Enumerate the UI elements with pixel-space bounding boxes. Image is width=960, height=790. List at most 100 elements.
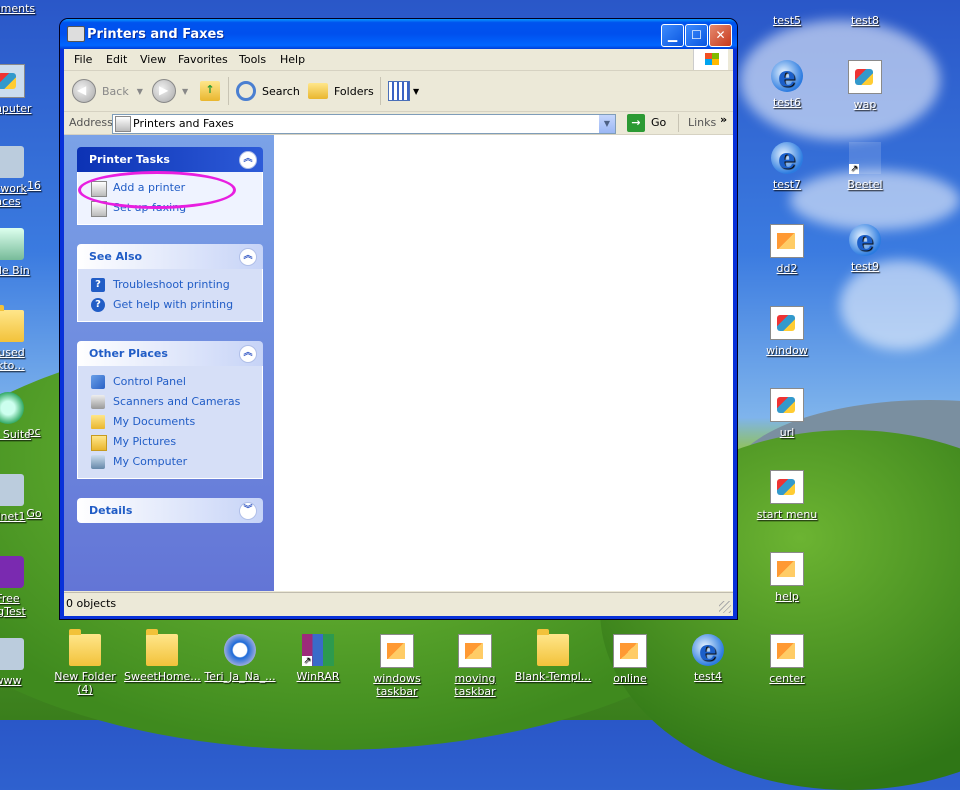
desktop-icon-label: 16 — [27, 179, 41, 192]
back-button[interactable]: Back ▼ — [72, 79, 143, 103]
desktop-icon-window[interactable]: window — [749, 306, 825, 357]
desktop-icon-partial[interactable]: Go — [24, 507, 44, 520]
desktop-icon-winrar[interactable]: WinRAR — [280, 634, 356, 683]
desktop-icon-label: SweetHome... — [124, 670, 201, 683]
pictures-folder-icon — [91, 435, 107, 451]
collapse-icon[interactable]: ︽ — [239, 248, 257, 266]
panel-title: Details — [89, 504, 133, 517]
minimize-button[interactable]: ▁ — [661, 24, 684, 47]
troubleshoot-printing-link[interactable]: ? Troubleshoot printing — [78, 275, 262, 295]
go-button[interactable]: Go — [651, 116, 666, 129]
views-button[interactable]: ▼ — [388, 79, 419, 103]
folder-icon — [0, 305, 24, 342]
desktop-icon-online[interactable]: online — [592, 634, 668, 685]
search-button[interactable]: Search — [236, 79, 300, 103]
address-input[interactable]: Printers and Faxes ▼ — [112, 114, 616, 134]
desktop-icon-label: ycle Bin — [0, 264, 30, 277]
desktop-icon-center[interactable]: center — [749, 634, 825, 685]
other-places-header[interactable]: Other Places ︽ — [77, 341, 263, 366]
desktop-icon-url[interactable]: url — [749, 388, 825, 439]
link-label: Get help with printing — [113, 298, 234, 311]
go-arrow-icon[interactable]: → — [627, 114, 645, 132]
my-documents-link[interactable]: My Documents — [78, 412, 262, 432]
chevron-right-icon[interactable]: » — [720, 113, 727, 126]
computer-icon — [0, 64, 25, 98]
close-button[interactable]: ✕ — [709, 24, 732, 47]
desktop-icon-test5[interactable]: test5 — [749, 14, 825, 27]
desktop-icon-sweethome[interactable]: SweetHome... — [124, 629, 201, 683]
folders-button[interactable]: Folders — [308, 79, 374, 103]
collapse-icon[interactable]: ︽ — [239, 345, 257, 363]
desktop-icon-label: Teri_Ja_Na_... — [204, 670, 276, 683]
menu-view[interactable]: View — [140, 53, 166, 66]
desktop-icon-wap[interactable]: wap — [827, 60, 903, 111]
network-icon — [0, 638, 24, 670]
desktop-icon-unused-shortcuts[interactable]: nused skto... — [0, 305, 46, 372]
pc-suite-icon — [0, 392, 24, 424]
details-header[interactable]: Details ︾ — [77, 498, 263, 523]
chevron-down-icon: ▼ — [136, 86, 143, 96]
folders-label: Folders — [334, 84, 374, 98]
desktop-icon-beetel[interactable]: Beetel — [827, 142, 903, 191]
expand-icon[interactable]: ︾ — [239, 502, 257, 520]
document-icon — [770, 470, 804, 504]
scanners-cameras-link[interactable]: Scanners and Cameras — [78, 392, 262, 412]
maximize-button[interactable]: ☐ — [685, 24, 708, 47]
desktop-icon-label: windows taskbar — [373, 672, 421, 698]
title-bar[interactable]: Printers and Faxes ▁ ☐ ✕ — [60, 19, 737, 49]
desktop-icon-recycle-bin[interactable]: ycle Bin — [0, 228, 46, 277]
panel-body: ? Troubleshoot printing ? Get help with … — [77, 269, 263, 322]
desktop-icon-label: Free ngTest — [0, 592, 26, 618]
forward-button[interactable]: ▼ — [152, 79, 188, 103]
desktop-icon-partial[interactable]: pc — [24, 425, 44, 438]
desktop-icon-moving-taskbar[interactable]: moving taskbar — [436, 634, 514, 698]
resize-grip[interactable] — [719, 601, 731, 613]
desktop-icon-blank-template[interactable]: Blank-Templ... — [514, 629, 592, 683]
my-pictures-link[interactable]: My Pictures — [78, 432, 262, 452]
desktop-icon-test8[interactable]: test8 — [827, 14, 903, 27]
menu-tools[interactable]: Tools — [239, 53, 266, 66]
printer-tasks-header[interactable]: Printer Tasks ︽ — [77, 147, 263, 172]
desktop-icon-my-computer[interactable]: omputer — [0, 64, 46, 115]
desktop-icon-test4[interactable]: test4 — [670, 634, 746, 683]
desktop-icon-my-documents[interactable]: ocuments — [0, 2, 46, 15]
menu-file[interactable]: File — [74, 53, 92, 66]
collapse-icon[interactable]: ︽ — [239, 151, 257, 169]
desktop-icon-new-folder[interactable]: New Folder (4) — [46, 629, 124, 696]
desktop-icon-test9[interactable]: test9 — [827, 224, 903, 273]
desktop-icon-partial[interactable]: 16 — [24, 179, 44, 192]
desktop-icon-test6[interactable]: test6 — [749, 60, 825, 109]
toolbar-separator — [678, 114, 679, 132]
desktop-icon-help[interactable]: help — [749, 552, 825, 603]
menu-help[interactable]: Help — [280, 53, 305, 66]
html-file-icon — [770, 634, 804, 668]
control-panel-icon — [91, 375, 105, 389]
desktop-icon-test7[interactable]: test7 — [749, 142, 825, 191]
desktop-icon-windows-taskbar[interactable]: windows taskbar — [358, 634, 436, 698]
menu-edit[interactable]: Edit — [106, 53, 127, 66]
up-folder-button[interactable]: ↑ — [200, 79, 220, 103]
desktop-icon-start-menu[interactable]: start menu — [749, 470, 825, 521]
desktop-icon-label: ocuments — [0, 2, 36, 15]
desktop-icon-dd2[interactable]: dd2 — [749, 224, 825, 275]
winrar-icon — [302, 634, 334, 666]
html-file-icon — [380, 634, 414, 668]
file-list-pane[interactable] — [274, 135, 733, 591]
get-help-printing-link[interactable]: ? Get help with printing — [78, 295, 262, 315]
my-computer-link[interactable]: My Computer — [78, 452, 262, 472]
desktop-icon-www[interactable]: www — [0, 638, 46, 687]
menu-favorites[interactable]: Favorites — [178, 53, 228, 66]
link-label: Scanners and Cameras — [113, 395, 241, 408]
internet-explorer-icon — [692, 634, 724, 667]
desktop-icon-network-places[interactable]: etwork aces — [0, 146, 46, 208]
desktop-icon-teri-ja-na[interactable]: Teri_Ja_Na_... — [202, 634, 278, 683]
html-file-icon — [613, 634, 647, 668]
desktop-icon-label: help — [775, 590, 799, 603]
see-also-header[interactable]: See Also ︽ — [77, 244, 263, 269]
content-area: Printer Tasks ︽ Add a printer Set up fax… — [64, 135, 733, 591]
printers-and-faxes-window: Printers and Faxes ▁ ☐ ✕ File Edit View … — [60, 19, 737, 619]
desktop-icon-free-typing-test[interactable]: Free ngTest — [0, 556, 46, 618]
control-panel-link[interactable]: Control Panel — [78, 372, 262, 392]
links-button[interactable]: Links — [688, 116, 716, 129]
address-dropdown-button[interactable]: ▼ — [599, 115, 615, 133]
